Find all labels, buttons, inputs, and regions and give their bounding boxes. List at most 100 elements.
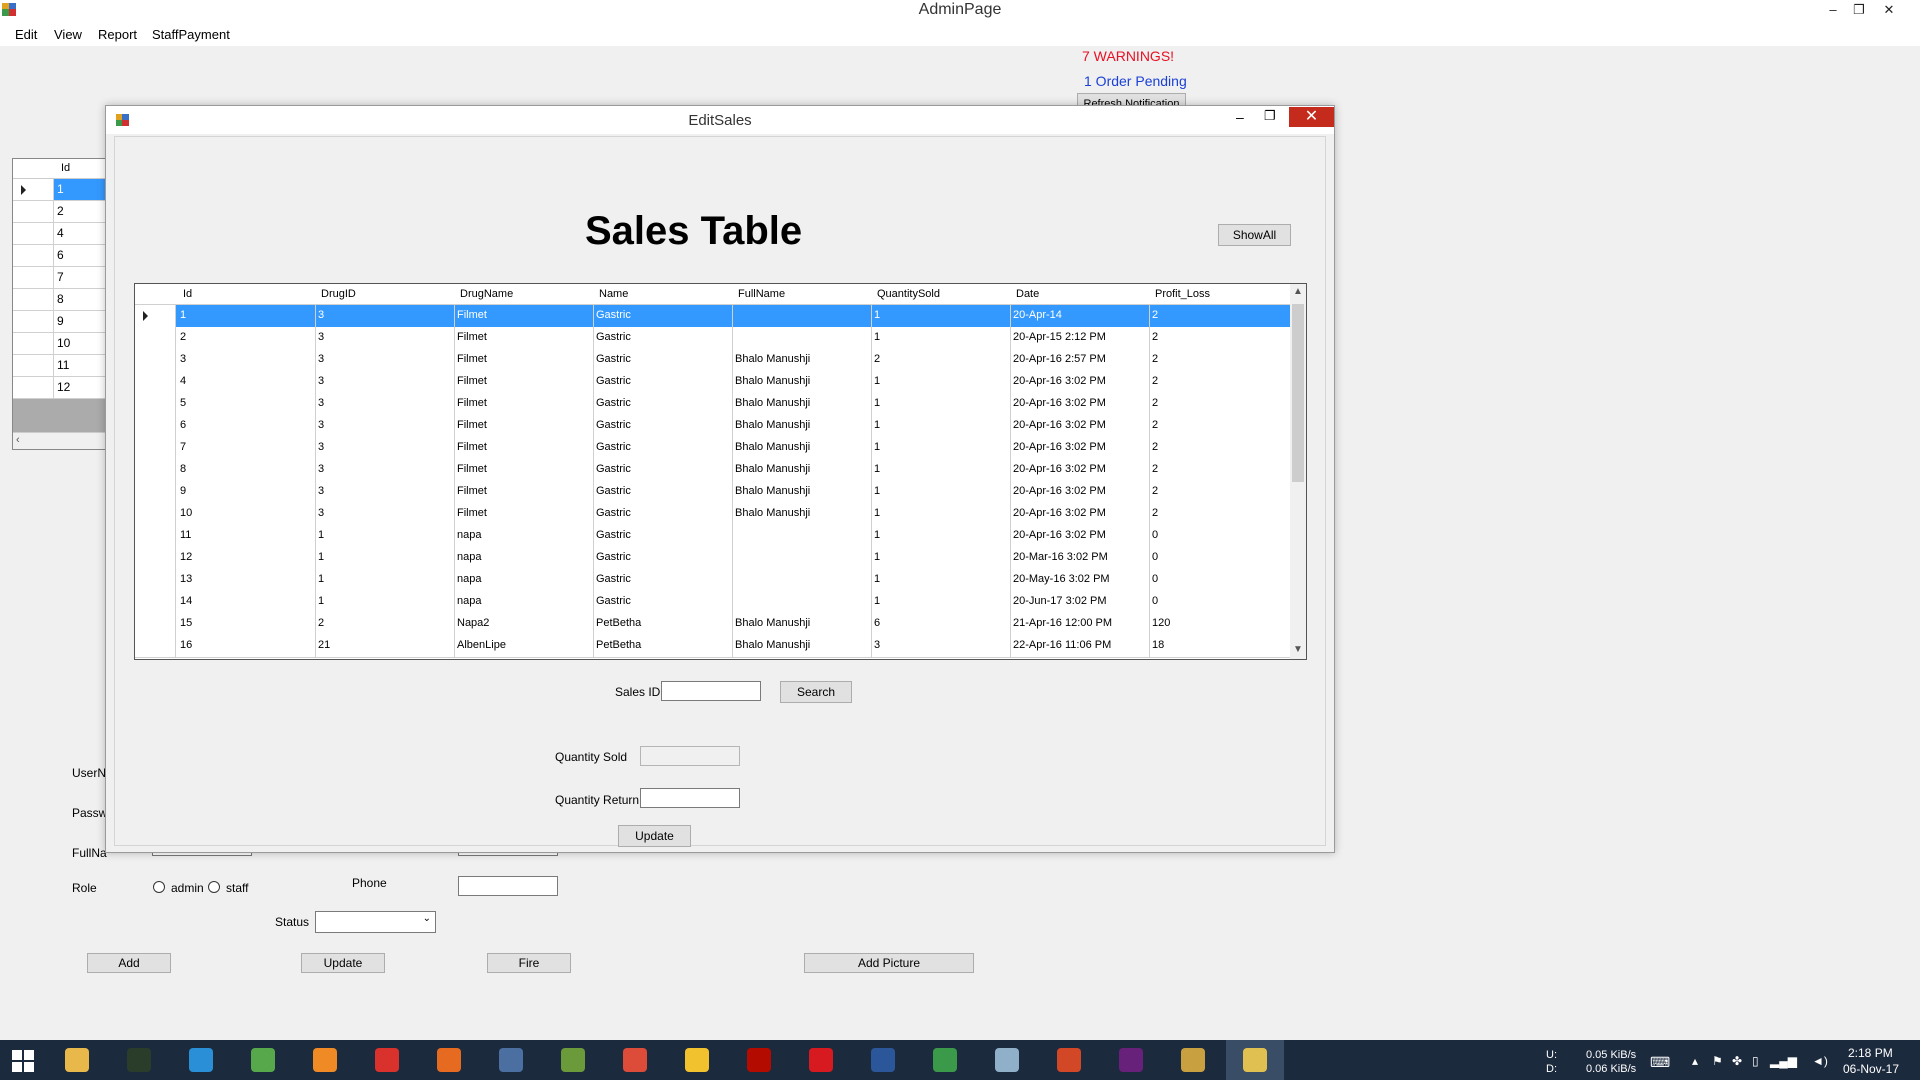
cell-profit-loss[interactable]: 2 <box>1152 419 1158 431</box>
row-header[interactable] <box>135 481 176 503</box>
role-admin-radio[interactable] <box>153 881 165 893</box>
cell-drugid[interactable]: 3 <box>318 331 324 343</box>
add-button[interactable]: Add <box>87 953 171 973</box>
cell-drugname[interactable]: Napa2 <box>457 617 489 629</box>
cell-fullname[interactable]: Bhalo Manushji <box>735 485 810 497</box>
update-sales-button[interactable]: Update <box>618 825 691 847</box>
taskbar-adminpage-app-button[interactable] <box>1226 1040 1284 1080</box>
clock-time[interactable]: 2:18 PM <box>1848 1046 1893 1060</box>
sales-row[interactable]: 6 3 Filmet Gastric Bhalo Manushji 1 20-Apr-16 … <box>135 415 1290 438</box>
taskbar-notepad-app-button[interactable] <box>544 1040 602 1080</box>
taskbar-paper-app-button[interactable] <box>978 1040 1036 1080</box>
cell-drugname[interactable]: Filmet <box>457 463 487 475</box>
cell-name[interactable]: Gastric <box>596 595 631 607</box>
cell-date[interactable]: 20-Apr-16 3:02 PM <box>1013 397 1106 409</box>
cell-drugid[interactable]: 3 <box>318 463 324 475</box>
taskbar-teamviewer-button[interactable] <box>172 1040 230 1080</box>
cell-quantitysold[interactable]: 1 <box>874 507 880 519</box>
cell-fullname[interactable]: Bhalo Manushji <box>735 375 810 387</box>
power-icon[interactable]: ▯ <box>1752 1054 1759 1068</box>
cell-fullname[interactable]: Bhalo Manushji <box>735 397 810 409</box>
network-signal-icon[interactable]: ▂▄▆ <box>1770 1054 1797 1068</box>
cell-profit-loss[interactable]: 2 <box>1152 441 1158 453</box>
cell-drugname[interactable]: Filmet <box>457 375 487 387</box>
taskbar-visual-studio-button[interactable] <box>1102 1040 1160 1080</box>
cell-id[interactable]: 12 <box>180 551 192 563</box>
row-header[interactable] <box>135 349 176 371</box>
cell-quantitysold[interactable]: 1 <box>874 375 880 387</box>
row-header[interactable] <box>135 591 176 613</box>
cell-name[interactable]: Gastric <box>596 397 631 409</box>
sales-row[interactable]: 14 1 napa Gastric 1 20-Jun-17 3:02 PM 0 <box>135 591 1290 614</box>
cell-profit-loss[interactable]: 120 <box>1152 617 1170 629</box>
staff-grid-row[interactable]: 2 <box>13 201 105 223</box>
sales-row[interactable]: 15 2 Napa2 PetBetha Bhalo Manushji 6 21-Apr-16… <box>135 613 1290 636</box>
cell-drugid[interactable]: 3 <box>318 419 324 431</box>
cell-fullname[interactable]: Bhalo Manushji <box>735 463 810 475</box>
flag-icon[interactable]: ⚑ <box>1712 1054 1723 1068</box>
minimize-button[interactable]: – <box>1820 0 1846 22</box>
row-header[interactable] <box>135 415 176 437</box>
column-header-quantitysold[interactable]: QuantitySold <box>877 288 940 300</box>
cell-fullname[interactable]: Bhalo Manushji <box>735 617 810 629</box>
cell-id[interactable]: 5 <box>180 397 186 409</box>
taskbar-firefox-button[interactable] <box>420 1040 478 1080</box>
sales-row[interactable]: 10 3 Filmet Gastric Bhalo Manushji 1 20-Apr-16… <box>135 503 1290 526</box>
taskbar-b-app-button[interactable] <box>792 1040 850 1080</box>
dialog-maximize-button[interactable]: ❐ <box>1264 108 1276 124</box>
row-header[interactable] <box>135 305 176 327</box>
column-header-fullname[interactable]: FullName <box>738 288 785 300</box>
cell-profit-loss[interactable]: 2 <box>1152 353 1158 365</box>
cell-drugid[interactable]: 3 <box>318 353 324 365</box>
cell-date[interactable]: 20-Apr-14 <box>1013 309 1062 321</box>
role-staff-radio[interactable] <box>208 881 220 893</box>
cell-id[interactable]: 3 <box>180 353 186 365</box>
cell-drugname[interactable]: napa <box>457 595 481 607</box>
cell-date[interactable]: 20-Apr-16 3:02 PM <box>1013 375 1106 387</box>
cell-date[interactable]: 20-Apr-16 3:02 PM <box>1013 419 1106 431</box>
cell-name[interactable]: Gastric <box>596 463 631 475</box>
taskbar-bulb-app-button[interactable] <box>668 1040 726 1080</box>
cell-quantitysold[interactable]: 1 <box>874 485 880 497</box>
cell-name[interactable]: PetBetha <box>596 639 641 651</box>
scroll-thumb[interactable] <box>1292 304 1304 482</box>
cell-id[interactable]: 4 <box>180 375 186 387</box>
update-staff-button[interactable]: Update <box>301 953 385 973</box>
cell-date[interactable]: 20-Apr-16 2:57 PM <box>1013 353 1106 365</box>
sales-row[interactable]: 4 3 Filmet Gastric Bhalo Manushji 1 20-Apr-16 … <box>135 371 1290 394</box>
cell-name[interactable]: Gastric <box>596 441 631 453</box>
cell-quantitysold[interactable]: 1 <box>874 529 880 541</box>
cell-date[interactable]: 20-Apr-16 3:02 PM <box>1013 463 1106 475</box>
cell-id[interactable]: 16 <box>180 639 192 651</box>
cell-id[interactable]: 8 <box>180 463 186 475</box>
cell-drugname[interactable]: Filmet <box>457 419 487 431</box>
taskbar-chrome-button[interactable] <box>606 1040 664 1080</box>
row-header[interactable] <box>135 547 176 569</box>
cell-name[interactable]: Gastric <box>596 419 631 431</box>
sales-row[interactable]: 11 1 napa Gastric 1 20-Apr-16 3:02 PM 0 <box>135 525 1290 548</box>
row-header[interactable] <box>135 569 176 591</box>
cell-drugid[interactable]: 21 <box>318 639 330 651</box>
cell-drugid[interactable]: 3 <box>318 309 324 321</box>
cell-fullname[interactable]: Bhalo Manushji <box>735 353 810 365</box>
cell-id[interactable]: 9 <box>180 485 186 497</box>
volume-icon[interactable]: ◄) <box>1812 1054 1828 1068</box>
cell-profit-loss[interactable]: 2 <box>1152 463 1158 475</box>
cell-date[interactable]: 20-Apr-16 3:02 PM <box>1013 507 1106 519</box>
cell-date[interactable]: 20-Apr-16 3:02 PM <box>1013 485 1106 497</box>
cell-drugid[interactable]: 3 <box>318 441 324 453</box>
scroll-left-icon[interactable]: ‹ <box>16 434 20 446</box>
cell-drugid[interactable]: 1 <box>318 529 324 541</box>
cell-quantitysold[interactable]: 6 <box>874 617 880 629</box>
cell-name[interactable]: Gastric <box>596 309 631 321</box>
cell-quantitysold[interactable]: 1 <box>874 463 880 475</box>
showall-button[interactable]: ShowAll <box>1218 224 1291 246</box>
column-header-profit-loss[interactable]: Profit_Loss <box>1155 288 1210 300</box>
cell-date[interactable]: 22-Apr-16 11:06 PM <box>1013 639 1111 651</box>
column-header-id[interactable]: Id <box>183 288 192 300</box>
cell-date[interactable]: 20-Jun-17 3:02 PM <box>1013 595 1107 607</box>
row-header[interactable] <box>135 525 176 547</box>
close-button[interactable]: ✕ <box>1876 0 1902 22</box>
cell-profit-loss[interactable]: 2 <box>1152 507 1158 519</box>
phone-input[interactable] <box>458 876 558 896</box>
